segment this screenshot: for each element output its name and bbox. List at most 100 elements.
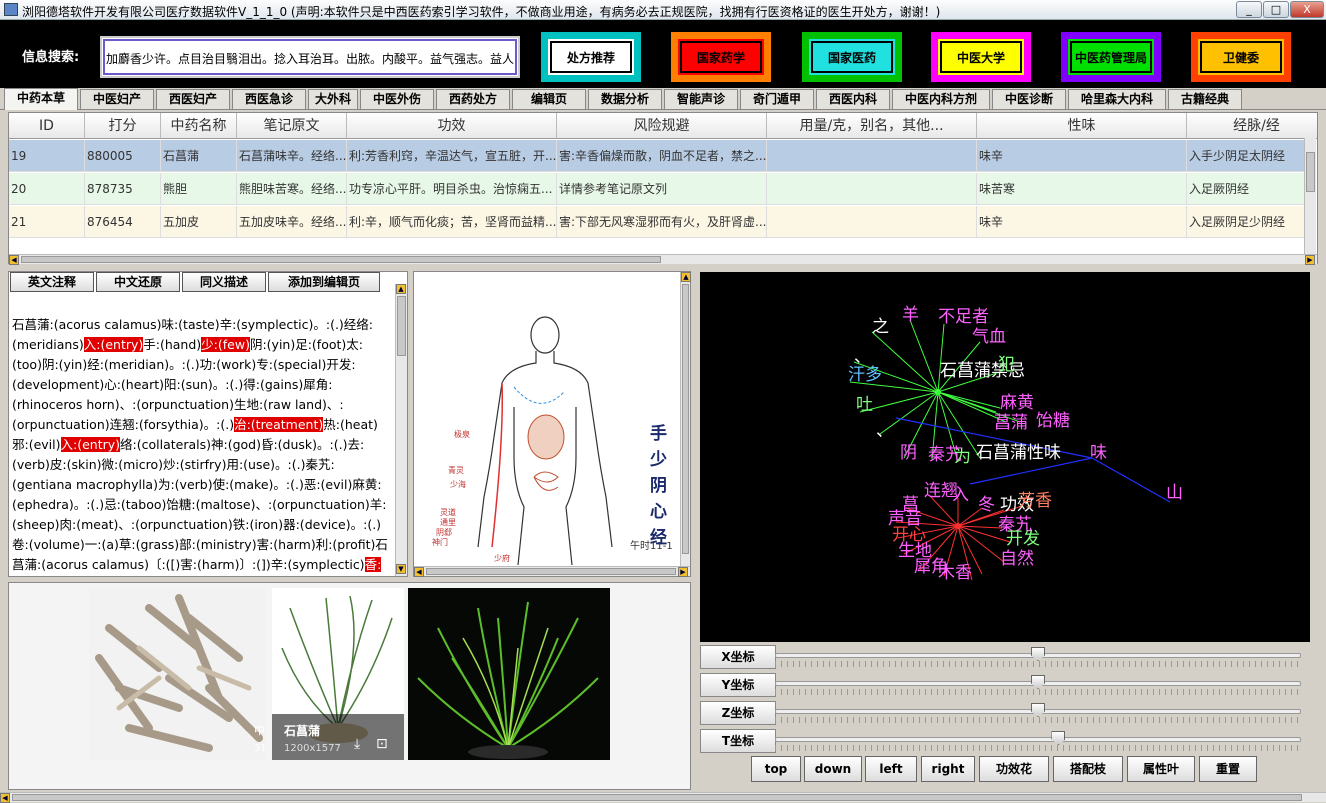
grass-clump-photo[interactable] [408, 588, 610, 760]
zoom-icon[interactable]: ⊡ [376, 736, 388, 752]
top-button-2[interactable]: 国家医药 [802, 32, 902, 82]
window-horizontal-scrollbar[interactable]: ◀ [0, 792, 1326, 803]
column-header[interactable]: 性味 [977, 113, 1187, 139]
graph-node-label[interactable]: 冬 [978, 490, 995, 515]
text-vertical-scrollbar[interactable]: ▲ ▼ [395, 284, 407, 576]
graph-hub[interactable] [935, 389, 941, 395]
annotated-text[interactable]: 石菖蒲:(acorus calamus)味:(taste)辛:(symplect… [9, 293, 393, 575]
maximize-button[interactable]: □ [1263, 1, 1289, 18]
scroll-thumb[interactable] [21, 256, 661, 263]
graph-node-label[interactable]: 入 [952, 480, 969, 505]
control-button-0[interactable]: top [751, 756, 801, 782]
graph-node-label[interactable]: 犯 [998, 350, 1015, 375]
tab-14[interactable]: 哈里森大内科 [1068, 89, 1166, 109]
column-header[interactable]: 功效 [347, 113, 557, 139]
graph-hub[interactable] [955, 523, 961, 529]
tab-6[interactable]: 西药处方 [436, 89, 510, 109]
graph-node-label[interactable]: 菖蒲 [994, 408, 1028, 433]
minimize-button[interactable]: _ [1236, 1, 1262, 18]
search-input[interactable]: 加麝香少许。点目治目翳泪出。捻入耳治耳。出脓。内酸平。益气强志。益人 [100, 36, 520, 78]
scroll-right-arrow[interactable]: ▶ [1305, 255, 1315, 265]
column-header[interactable]: 中药名称 [161, 113, 237, 139]
scroll-right-arrow[interactable]: ▶ [678, 567, 688, 577]
tab-15[interactable]: 古籍经典 [1168, 89, 1242, 109]
graph-node-label[interactable]: 山 [1166, 478, 1183, 503]
graph-node-label[interactable]: 汗多 [848, 360, 882, 385]
graph-node-label[interactable]: 饴糖 [1036, 406, 1070, 431]
top-button-4[interactable]: 中医药管理局 [1061, 32, 1161, 82]
coordinate-slider[interactable] [775, 647, 1301, 667]
top-button-3[interactable]: 中医大学 [931, 32, 1031, 82]
scroll-up-arrow[interactable]: ▲ [396, 284, 406, 294]
add-to-edit-page-button[interactable]: 添加到编辑页 [268, 272, 380, 292]
scroll-thumb[interactable] [682, 284, 689, 554]
control-button-7[interactable]: 重置 [1199, 756, 1257, 782]
column-header[interactable]: 风险规避 [557, 113, 767, 139]
graph-node-label[interactable]: 、 [876, 416, 893, 441]
graph-node-label[interactable]: 为 [954, 442, 971, 467]
tab-12[interactable]: 中医内科方剂 [892, 89, 990, 109]
control-button-3[interactable]: right [921, 756, 975, 782]
graph-node-label[interactable]: 木香 [938, 558, 972, 583]
english-annotation-button[interactable]: 英文注释 [10, 272, 94, 292]
control-button-6[interactable]: 属性叶 [1127, 756, 1195, 782]
tab-8[interactable]: 数据分析 [588, 89, 662, 109]
scroll-thumb[interactable] [12, 794, 1302, 801]
tab-7[interactable]: 编辑页 [512, 89, 586, 109]
herb-plant-photo[interactable]: 石菖蒲 1200x1577 ⤓ ⊡ [272, 588, 404, 760]
control-button-1[interactable]: down [804, 756, 862, 782]
tab-0[interactable]: 中药本草 [4, 88, 78, 110]
figure-horizontal-scrollbar[interactable]: ◀ ▶ [414, 566, 690, 577]
top-button-0[interactable]: 处方推荐 [541, 32, 641, 82]
dried-rhizome-photo[interactable]: 中 31 [89, 588, 266, 760]
table-row[interactable]: 19 880005 石菖蒲 石菖蒲味辛。经络... 利:芳香利窍，辛温达气，宣五脏，开.… [9, 140, 1305, 172]
download-icon[interactable]: ⤓ [354, 736, 360, 752]
top-button-1[interactable]: 国家药学 [671, 32, 771, 82]
column-header[interactable]: 用量/克，别名，其他... [767, 113, 977, 139]
graph-node-label[interactable]: 之 [872, 312, 889, 337]
slider-knob[interactable] [1031, 675, 1045, 689]
control-button-5[interactable]: 搭配枝 [1053, 756, 1123, 782]
scroll-thumb[interactable] [397, 296, 406, 356]
close-button[interactable]: X [1290, 1, 1324, 18]
graph-node-label[interactable]: 吐 [856, 390, 873, 415]
column-header[interactable]: 打分 [85, 113, 161, 139]
scroll-thumb[interactable] [426, 568, 676, 575]
figure-vertical-scrollbar[interactable]: ▲ [680, 272, 691, 568]
tab-2[interactable]: 西医妇产 [156, 89, 230, 109]
tab-1[interactable]: 中医妇产 [80, 89, 154, 109]
table-horizontal-scrollbar[interactable]: ◀ ▶ [9, 254, 1317, 265]
control-button-4[interactable]: 功效花 [979, 756, 1049, 782]
graph-node-label[interactable]: 味 [1090, 438, 1107, 463]
scroll-thumb[interactable] [1306, 152, 1315, 192]
column-header[interactable]: ID [9, 113, 85, 139]
tab-3[interactable]: 西医急诊 [232, 89, 306, 109]
tab-13[interactable]: 中医诊断 [992, 89, 1066, 109]
column-header[interactable]: 笔记原文 [237, 113, 347, 139]
coordinate-slider[interactable] [775, 731, 1301, 751]
scroll-down-arrow[interactable]: ▼ [396, 564, 406, 574]
scroll-left-arrow[interactable]: ◀ [9, 255, 19, 265]
graph-node-label[interactable]: 芳香 [1018, 486, 1052, 511]
knowledge-graph-canvas[interactable]: 之羊不足者 气血、汗多 石菖蒲禁忌犯吐、麻黄 菖蒲 饴糖阴秦艽为石菖蒲性味味山菖连翘入冬… [700, 272, 1310, 642]
tab-10[interactable]: 奇门遁甲 [740, 89, 814, 109]
slider-knob[interactable] [1051, 731, 1066, 745]
graph-node-label[interactable]: 阴 [900, 438, 917, 463]
chinese-restore-button[interactable]: 中文还原 [96, 272, 180, 292]
column-header[interactable]: 经脉/经 [1187, 113, 1317, 139]
tab-9[interactable]: 智能声诊 [664, 89, 738, 109]
tab-11[interactable]: 西医内科 [816, 89, 890, 109]
scroll-left-arrow[interactable]: ◀ [414, 567, 424, 577]
tab-5[interactable]: 中医外伤 [360, 89, 434, 109]
slider-knob[interactable] [1031, 703, 1045, 717]
coordinate-slider[interactable] [775, 675, 1301, 695]
top-button-5[interactable]: 卫健委 [1191, 32, 1291, 82]
slider-knob[interactable] [1031, 647, 1045, 661]
scroll-up-arrow[interactable]: ▲ [681, 272, 691, 282]
tab-4[interactable]: 大外科 [308, 89, 358, 109]
table-row[interactable]: 20 878735 熊胆 熊胆味苦寒。经络... 功专凉心平肝。明目杀虫。治惊痫五...… [9, 173, 1305, 205]
table-row[interactable]: 21 876454 五加皮 五加皮味辛。经络... 利:辛，顺气而化痰；苦，坚肾而益精.… [9, 206, 1305, 238]
table-vertical-scrollbar[interactable] [1304, 138, 1316, 254]
control-button-2[interactable]: left [865, 756, 917, 782]
coordinate-slider[interactable] [775, 703, 1301, 723]
